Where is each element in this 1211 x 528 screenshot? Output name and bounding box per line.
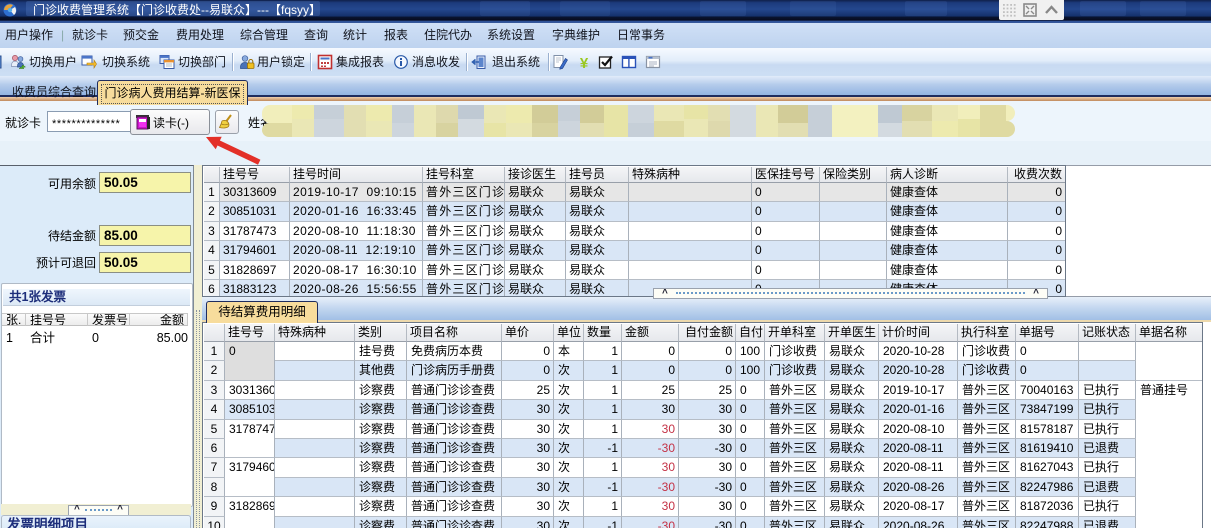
svg-text:¥: ¥ bbox=[580, 55, 589, 70]
